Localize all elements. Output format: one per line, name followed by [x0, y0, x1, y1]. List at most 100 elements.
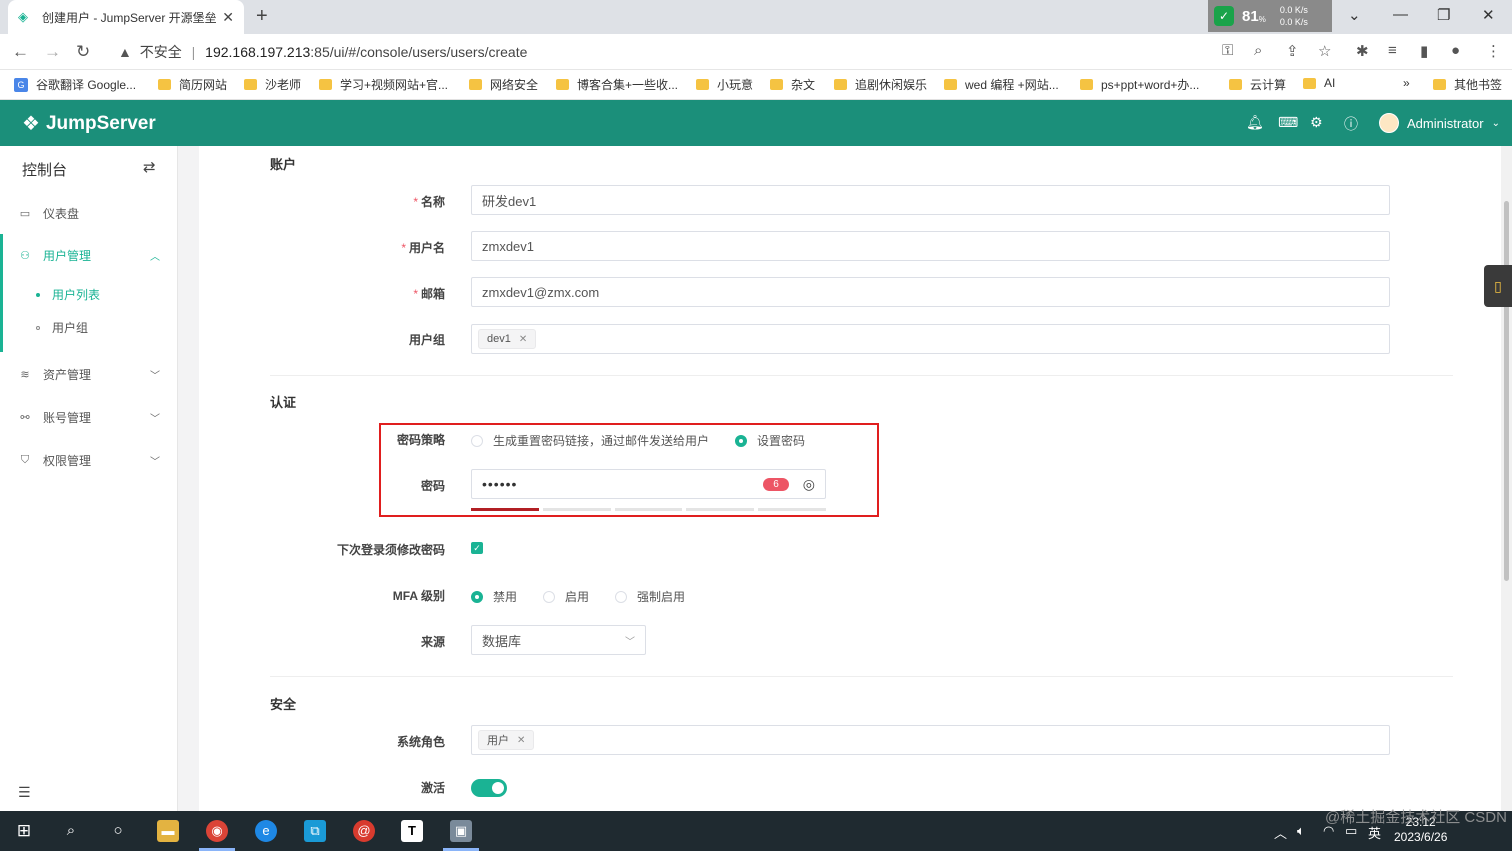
terminal-icon[interactable]: ⌨ — [1278, 114, 1298, 131]
file-explorer-icon[interactable]: ▬ — [157, 820, 179, 842]
radio-mfa-disabled[interactable] — [471, 590, 483, 603]
sidebar-item-permissions[interactable]: ⛉ 权限管理 ﹀ — [0, 450, 178, 470]
sidebar-item-assets[interactable]: ≋ 资产管理 ﹀ — [0, 364, 178, 384]
menu-icon[interactable]: ⋮ — [1486, 42, 1501, 60]
star-icon[interactable]: ☆ — [1318, 42, 1331, 60]
group-select[interactable]: dev1 ✕ — [471, 324, 1390, 354]
forward-icon[interactable]: → — [44, 42, 61, 62]
tag-remove-icon[interactable]: ✕ — [519, 334, 527, 345]
role-select[interactable]: 用户 ✕ — [471, 725, 1390, 755]
browser-tab[interactable]: ◈ 创建用户 - JumpServer 开源堡垒 ✕ — [8, 0, 244, 34]
share-icon[interactable]: ⇪ — [1286, 42, 1299, 60]
bookmark-item[interactable]: 简历网站 — [158, 76, 227, 93]
source-select[interactable]: 数据库 ﹀ — [471, 625, 646, 655]
restore-icon[interactable]: ❐ — [1437, 6, 1450, 24]
active-label: 激活 — [420, 781, 445, 795]
edge-icon[interactable]: e — [255, 820, 277, 842]
section-security: 安全 — [270, 697, 297, 712]
jumpserver-logo[interactable]: ❖ JumpServer — [22, 111, 156, 136]
bookmark-item[interactable]: G 谷歌翻译 Google... — [14, 76, 136, 93]
chevron-down-icon: ⌄ — [1491, 117, 1500, 129]
reading-list-icon[interactable]: ≡ — [1388, 42, 1397, 59]
tray-chevron-icon[interactable]: ︿ — [1274, 823, 1287, 842]
brand-name: JumpServer — [45, 112, 156, 134]
avatar — [1379, 113, 1399, 133]
bookmark-item[interactable]: wed 编程 +网站... — [944, 76, 1059, 93]
floating-side-widget[interactable]: ▯ — [1484, 265, 1512, 307]
sidebar-subitem-user-group[interactable]: 用户组 — [36, 319, 88, 336]
user-menu[interactable]: Administrator ⌄ — [1379, 113, 1500, 133]
extensions-icon[interactable]: ✱ — [1356, 42, 1369, 60]
bullet-icon — [36, 292, 40, 297]
bookmark-item[interactable]: 学习+视频网站+官... — [319, 76, 448, 93]
app-icon[interactable]: @ — [353, 820, 375, 842]
sidebar: 控制台 ⇄ ▭ 仪表盘 ⚇ 用户管理 ︿ 用户列表 用户组 ≋ 资产管理 ﹀ ⚯… — [0, 146, 178, 811]
shield-icon: ⛉ — [20, 453, 30, 466]
reload-icon[interactable]: ↻ — [76, 42, 90, 62]
radio-mfa-forced[interactable] — [615, 590, 628, 603]
bookmark-item[interactable]: 云计算 — [1229, 76, 1286, 93]
help-icon[interactable]: ⓘ — [1344, 114, 1358, 134]
bookmark-item[interactable]: 追剧休闲娱乐 — [834, 76, 927, 93]
sidebar-item-accounts[interactable]: ⚯ 账号管理 ﹀ — [0, 407, 178, 427]
chrome-icon[interactable]: ◉ — [206, 820, 228, 842]
task-view-icon[interactable]: ○ — [107, 820, 129, 842]
sidebar-subitem-user-list[interactable]: 用户列表 — [36, 286, 100, 303]
page-scrollbar[interactable] — [1501, 146, 1512, 811]
typora-icon[interactable]: T — [401, 820, 423, 842]
eye-off-icon[interactable]: ◎ — [803, 476, 815, 493]
remote-desktop-icon[interactable]: ⧉ — [304, 820, 326, 842]
email-input[interactable]: zmxdev1@zmx.com — [471, 277, 1390, 307]
must-change-label: 下次登录须修改密码 — [336, 543, 445, 557]
bookmark-item[interactable]: AI — [1303, 76, 1335, 90]
bookmarks-overflow[interactable]: » — [1403, 76, 1410, 90]
windows-start-icon[interactable]: ⊞ — [13, 820, 35, 842]
radio-mfa-enabled[interactable] — [543, 590, 556, 603]
new-tab-button[interactable]: + — [256, 5, 268, 28]
bookmark-item[interactable]: 杂文 — [770, 76, 815, 93]
radio-reset-link[interactable] — [471, 434, 483, 447]
pwd-strategy-label: 密码策略 — [396, 433, 445, 447]
active-toggle[interactable] — [471, 779, 507, 797]
bookmark-item[interactable]: 沙老师 — [244, 76, 301, 93]
password-input[interactable]: •••••• 6 ◎ — [471, 469, 826, 499]
bookmark-item[interactable]: 博客合集+一些收... — [556, 76, 678, 93]
tag-remove-icon[interactable]: ✕ — [517, 735, 525, 746]
tab-search-icon[interactable]: ⌄ — [1348, 6, 1361, 24]
collapse-sidebar-icon[interactable]: ☰ — [18, 784, 31, 801]
username-input[interactable]: zmxdev1 — [471, 231, 1390, 261]
radio-set-password[interactable] — [735, 434, 748, 447]
address-bar: ← → ↻ ▲ 不安全 | 192.168.197.213:85/ui/#/co… — [0, 34, 1512, 70]
password-mask: •••••• — [482, 476, 518, 492]
scroll-thumb[interactable] — [1504, 201, 1509, 581]
bookmark-item[interactable]: ps+ppt+word+办... — [1080, 76, 1199, 93]
net-percent-unit: % — [1258, 14, 1266, 24]
image-viewer-icon[interactable]: ▣ — [450, 820, 472, 842]
source-label: 来源 — [420, 635, 445, 649]
url-field[interactable]: ▲ 不安全 | 192.168.197.213:85/ui/#/console/… — [118, 42, 527, 62]
volume-icon[interactable]: 🔈︎ — [1297, 823, 1305, 839]
minimize-icon[interactable]: — — [1393, 6, 1408, 23]
tab-close-icon[interactable]: ✕ — [222, 9, 234, 26]
bookmark-other[interactable]: 其他书签 — [1433, 76, 1502, 93]
section-account: 账户 — [270, 157, 297, 172]
key-icon[interactable]: ⚿ — [1222, 42, 1233, 59]
back-icon[interactable]: ← — [12, 42, 29, 62]
clock-date: 2023/6/26 — [1394, 830, 1448, 844]
side-panel-icon[interactable]: ▮ — [1420, 42, 1428, 60]
url-separator: | — [191, 44, 196, 60]
profile-icon[interactable]: ● — [1451, 42, 1460, 59]
search-icon[interactable]: ⌕ — [60, 820, 82, 842]
sidebar-item-dashboard[interactable]: ▭ 仪表盘 — [0, 203, 178, 223]
sidebar-item-users[interactable]: ⚇ 用户管理 ︿ — [0, 245, 178, 265]
must-change-checkbox[interactable]: ✓ — [471, 542, 483, 554]
gear-icon[interactable]: ⚙ — [1310, 114, 1323, 131]
chevron-down-icon: ﹀ — [150, 456, 160, 468]
bookmark-item[interactable]: 小玩意 — [696, 76, 753, 93]
name-input[interactable]: 研发dev1 — [471, 185, 1390, 215]
bookmark-item[interactable]: 网络安全 — [469, 76, 538, 93]
close-window-icon[interactable]: ✕ — [1482, 6, 1495, 24]
view-switch-icon[interactable]: ⇄ — [143, 158, 156, 176]
bell-icon[interactable]: 🔔︎ — [1246, 114, 1264, 131]
zoom-icon[interactable]: ⌕ — [1254, 42, 1262, 59]
